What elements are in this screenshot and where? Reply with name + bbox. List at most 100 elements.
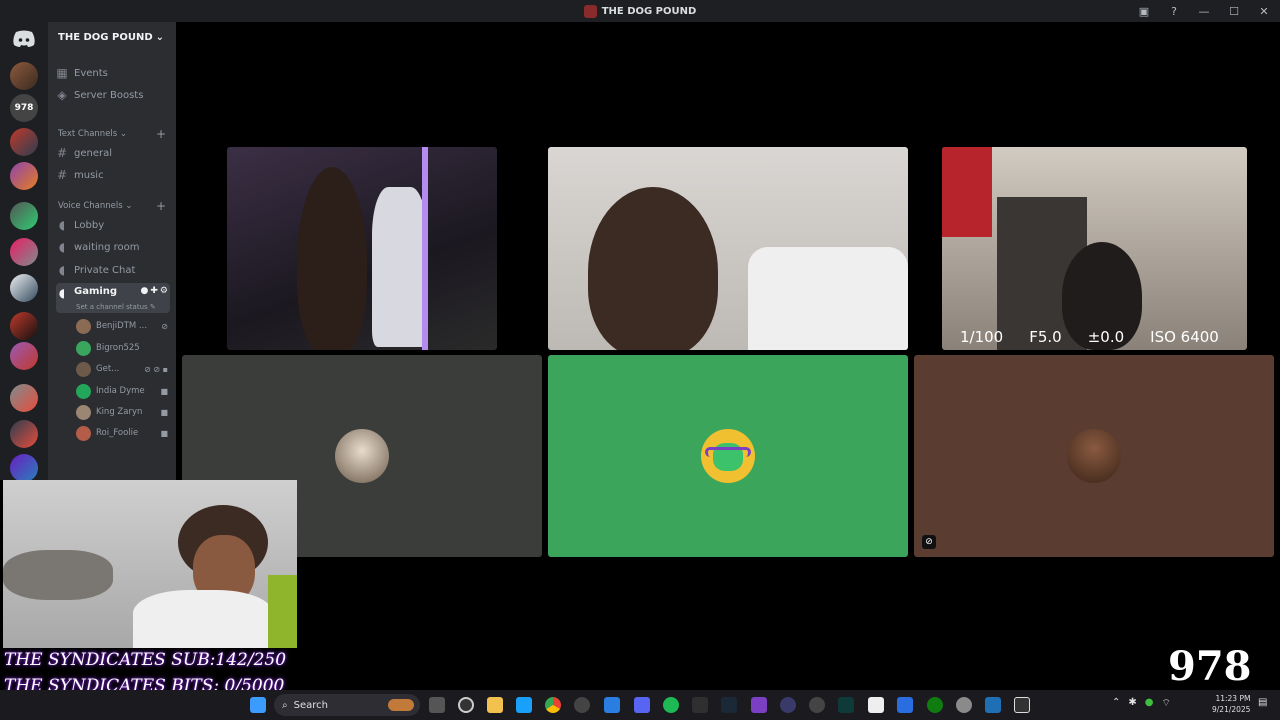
chevron-up-icon[interactable]: ⌃	[1112, 697, 1120, 710]
server-icon[interactable]	[10, 62, 38, 90]
gamepad-icon[interactable]	[751, 697, 767, 713]
clock[interactable]: 11:23 PM 9/21/2025	[1212, 693, 1250, 715]
avatar	[76, 425, 91, 441]
taskbar: ⌕ Search ⌃ ✱ ● ⌔ 11:23 PM 9/21/2025 ▤	[0, 690, 1280, 720]
voice-channel-lobby[interactable]: ◖ Lobby	[56, 215, 170, 235]
task-view-icon[interactable]	[429, 697, 445, 713]
app-icon[interactable]	[809, 697, 825, 713]
epic-games-icon[interactable]	[692, 697, 708, 713]
member-name: India Dyme	[96, 386, 145, 396]
add-channel-icon[interactable]: +	[156, 199, 166, 213]
voice-member[interactable]: Roi_Foolie ■	[76, 424, 168, 442]
server-icon[interactable]	[10, 342, 38, 370]
discord-window: THE DOG POUND ▣ ? — ☐ ✕ 978 THE DOG POUN…	[0, 0, 1280, 720]
app-icon[interactable]	[1014, 697, 1030, 713]
sidebar-item-events[interactable]: ▦ Events	[56, 63, 170, 83]
notification-icon[interactable]: ▤	[1258, 697, 1274, 713]
inbox-icon[interactable]: ▣	[1136, 3, 1152, 19]
discord-icon[interactable]	[634, 697, 650, 713]
avatar	[701, 429, 755, 483]
voice-member[interactable]: BenjiDTM ... ⊘	[76, 317, 168, 335]
chrome-icon[interactable]	[545, 697, 561, 713]
chevron-down-icon: ⌄	[155, 31, 164, 43]
wifi-icon[interactable]: ⌔	[1162, 697, 1171, 710]
store-icon[interactable]	[516, 697, 532, 713]
camera-icon: ■	[160, 407, 168, 417]
window-controls: ▣ ? — ☐ ✕	[1136, 3, 1272, 19]
video-tile[interactable]	[548, 147, 908, 350]
minimize-button[interactable]: —	[1196, 3, 1212, 19]
notes-icon[interactable]	[897, 697, 913, 713]
server-icon[interactable]	[10, 274, 38, 302]
participant-shirt	[133, 590, 273, 648]
clock-date: 9/21/2025	[1212, 705, 1251, 714]
muted-icon: ⊘	[922, 535, 936, 549]
window-title: THE DOG POUND	[583, 4, 696, 18]
chat-icon[interactable]: ●	[141, 286, 151, 296]
camera-icon: ■	[160, 386, 168, 396]
avatar	[76, 383, 91, 399]
maximize-button[interactable]: ☐	[1226, 3, 1242, 19]
add-channel-icon[interactable]: +	[156, 127, 166, 141]
folder-icon[interactable]	[487, 697, 503, 713]
video-tile[interactable]	[227, 147, 497, 350]
app-icon[interactable]	[574, 697, 590, 713]
speedometer-icon[interactable]	[458, 697, 474, 713]
title-bar: THE DOG POUND ▣ ? — ☐ ✕	[0, 0, 1280, 22]
search-icon: ⌕	[282, 699, 288, 711]
category-voice-channels[interactable]: Voice Channels ⌄ +	[58, 199, 166, 213]
gear-icon[interactable]: ⚙	[160, 286, 170, 296]
xbox-icon[interactable]	[927, 697, 943, 713]
server-icon[interactable]	[10, 238, 38, 266]
app-icon[interactable]	[780, 697, 796, 713]
audio-tile[interactable]	[548, 355, 908, 557]
voice-member[interactable]: Get... ⊘ ⊘ ▪	[76, 360, 168, 378]
video-tile[interactable]: 1/100 F5.0 ±0.0 ISO 6400	[942, 147, 1247, 350]
help-icon[interactable]: ?	[1166, 3, 1182, 19]
audio-tile[interactable]: ⊘	[914, 355, 1274, 557]
system-tray: ⌃ ✱ ● ⌔	[1112, 697, 1171, 710]
server-icon[interactable]	[10, 312, 38, 340]
server-icon[interactable]	[10, 420, 38, 448]
channel-label: music	[74, 169, 104, 181]
channel-music[interactable]: # music	[56, 165, 170, 185]
member-name: BenjiDTM ...	[96, 321, 148, 331]
voice-member[interactable]: King Zaryn ■	[76, 403, 168, 421]
capcut-icon[interactable]	[868, 697, 884, 713]
server-978-icon[interactable]: 978	[10, 94, 38, 122]
bluetooth-icon[interactable]: ✱	[1128, 697, 1136, 710]
app-icon[interactable]	[604, 697, 620, 713]
server-icon[interactable]	[10, 162, 38, 190]
bedding	[3, 550, 113, 600]
server-icon[interactable]	[10, 202, 38, 230]
server-icon[interactable]	[10, 384, 38, 412]
close-button[interactable]: ✕	[1256, 3, 1272, 19]
muted-icon: ⊘	[161, 321, 168, 331]
add-member-icon[interactable]: ✚	[150, 286, 160, 296]
voice-member[interactable]: India Dyme ■	[76, 382, 168, 400]
channel-label: general	[74, 147, 113, 159]
category-text-channels[interactable]: Text Channels ⌄ +	[58, 127, 166, 141]
channel-general[interactable]: # general	[56, 143, 170, 163]
windows-start-icon[interactable]	[250, 697, 266, 713]
server-icon[interactable]	[10, 454, 38, 482]
voice-channel-waiting-room[interactable]: ◖ waiting room	[56, 237, 170, 257]
spotify-icon[interactable]	[663, 697, 679, 713]
sidebar-item-server-boosts[interactable]: ◈ Server Boosts	[56, 85, 170, 105]
guild-header[interactable]: THE DOG POUND ⌄	[48, 22, 176, 52]
server-icon	[583, 4, 597, 18]
sidebar-item-label: Server Boosts	[74, 89, 144, 101]
streamer-webcam	[3, 480, 297, 648]
steam-icon[interactable]	[721, 697, 737, 713]
discord-home-icon[interactable]	[12, 30, 36, 48]
app-icon[interactable]	[838, 697, 854, 713]
taskbar-search[interactable]: ⌕ Search	[274, 694, 420, 716]
voice-member[interactable]: Bigron525	[76, 339, 168, 357]
voice-channel-private-chat[interactable]: ◖ Private Chat	[56, 260, 170, 280]
server-icon[interactable]	[10, 128, 38, 156]
app-icon[interactable]	[985, 697, 1001, 713]
channel-status-hint[interactable]: Set a channel status ✎	[76, 303, 156, 311]
aperture-value: F5.0	[1029, 328, 1062, 346]
gear-icon[interactable]	[956, 697, 972, 713]
microphone-icon[interactable]: ●	[1145, 697, 1154, 710]
